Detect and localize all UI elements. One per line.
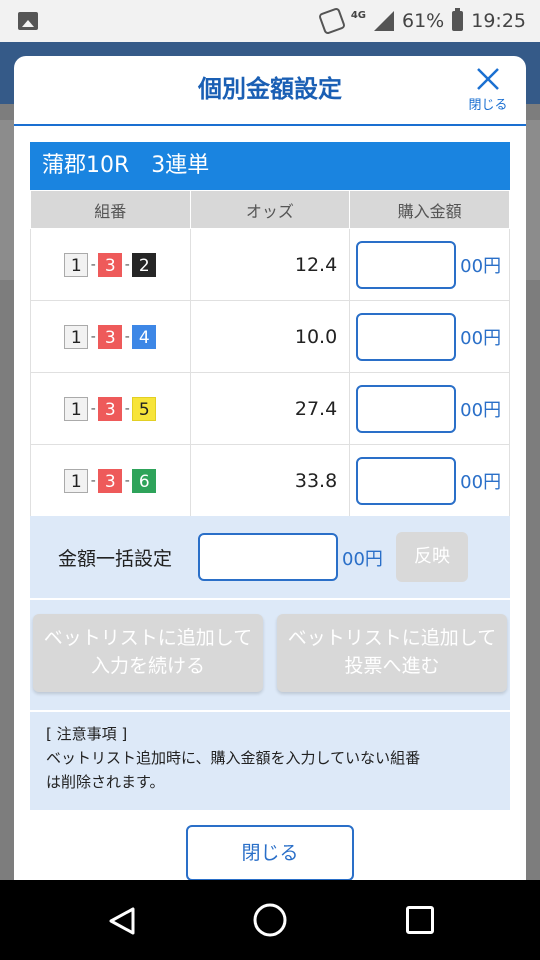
notice-panel: [ 注意事項 ] ベットリスト追加時に、購入金額を入力していない組番 は削除され… — [30, 712, 510, 810]
boat-number-chip: 1 — [64, 396, 89, 421]
amount-input[interactable] — [356, 312, 457, 361]
add-and-continue-button[interactable]: ベットリストに追加して 入力を続ける — [33, 614, 263, 692]
header-combo: 組番 — [30, 190, 191, 229]
combo-separator: - — [90, 400, 96, 417]
notice-text-line2: は削除されます。 — [46, 773, 165, 791]
amount-unit: 00円 — [460, 327, 502, 349]
odds-cell: 33.8 — [189, 444, 351, 517]
combo-cell: 1-3-2 — [30, 228, 191, 301]
odds-cell: 27.4 — [189, 372, 351, 445]
amount-unit: 00円 — [460, 255, 502, 277]
boat-number-chip: 3 — [98, 468, 123, 493]
combo-separator: - — [90, 256, 96, 273]
boat-number-chip: 1 — [64, 468, 89, 493]
navigation-bar — [0, 880, 540, 960]
header-odds: オッズ — [189, 190, 351, 229]
header-amount: 購入金額 — [349, 190, 510, 229]
add-and-continue-line2: 入力を続ける — [90, 655, 205, 677]
close-x-label: 閉じる — [468, 98, 508, 113]
boat-number-chip: 2 — [132, 252, 157, 277]
home-icon[interactable] — [252, 902, 288, 938]
amount-setting-modal: 個別金額設定 閉じる 蒲郡10R 3連単 組番 オッズ 購入金額 1-3-2 1… — [14, 56, 526, 880]
bulk-amount-panel: 金額一括設定 00円 反映 — [30, 516, 510, 598]
race-name: 蒲郡10R — [42, 153, 130, 178]
amount-unit: 00円 — [460, 399, 502, 421]
combo-cell: 1-3-5 — [30, 372, 191, 445]
notice-text-line1: ベットリスト追加時に、購入金額を入力していない組番 — [46, 749, 421, 767]
boat-number-chip: 6 — [132, 468, 157, 493]
close-icon — [477, 68, 499, 90]
boat-number-chip: 4 — [132, 324, 157, 349]
modal-header: 個別金額設定 閉じる — [14, 56, 526, 126]
add-and-vote-button[interactable]: ベットリストに追加して 投票へ進む — [277, 614, 507, 692]
table-row: 1-3-2 12.4 00円 — [30, 228, 510, 301]
clock: 19:25 — [471, 10, 526, 32]
action-buttons-panel: ベットリストに追加して 入力を続ける ベットリストに追加して 投票へ進む — [30, 600, 510, 710]
add-and-continue-line1: ベットリストに追加して — [43, 627, 253, 649]
battery-icon — [452, 8, 464, 31]
modal-title: 個別金額設定 — [198, 75, 342, 103]
battery-percent: 61% — [402, 10, 445, 32]
bulk-amount-input[interactable] — [198, 533, 338, 581]
combo-separator: - — [124, 472, 130, 489]
close-x-button[interactable]: 閉じる — [464, 64, 512, 120]
boat-number-chip: 1 — [64, 252, 89, 277]
odds-cell: 12.4 — [189, 228, 351, 301]
combo-separator: - — [124, 400, 130, 417]
table-row: 1-3-5 27.4 00円 — [30, 372, 510, 445]
amount-input[interactable] — [356, 384, 457, 433]
status-bar: 4G 61% 19:25 — [0, 0, 540, 42]
signal-icon — [374, 11, 394, 31]
combo-cell: 1-3-4 — [30, 300, 191, 373]
bulk-amount-label: 金額一括設定 — [58, 548, 173, 570]
odds-cell: 10.0 — [189, 300, 351, 373]
amount-unit: 00円 — [460, 471, 502, 493]
nfc-icon — [317, 6, 346, 36]
boat-number-chip: 5 — [132, 396, 157, 421]
boat-number-chip: 3 — [98, 324, 123, 349]
combo-separator: - — [124, 256, 130, 273]
notice-title: [ 注意事項 ] — [46, 725, 128, 743]
boat-number-chip: 3 — [98, 396, 123, 421]
status-right: 4G 61% 19:25 — [317, 0, 526, 42]
table-row: 1-3-4 10.0 00円 — [30, 300, 510, 373]
image-notification-icon — [18, 12, 38, 30]
bet-table: 組番 オッズ 購入金額 1-3-2 12.4 00円 1-3-4 10.0 00… — [30, 190, 510, 517]
boat-number-chip: 1 — [64, 324, 89, 349]
apply-button[interactable]: 反映 — [396, 532, 468, 582]
bulk-amount-unit: 00円 — [342, 549, 383, 570]
bet-type: 3連単 — [151, 153, 210, 178]
combo-separator: - — [90, 328, 96, 345]
table-row: 1-3-6 33.8 00円 — [30, 444, 510, 517]
amount-cell: 00円 — [349, 228, 510, 301]
race-title-bar: 蒲郡10R 3連単 — [30, 142, 510, 190]
add-and-vote-line2: 投票へ進む — [344, 655, 440, 677]
table-header-row: 組番 オッズ 購入金額 — [30, 190, 510, 229]
boat-number-chip: 3 — [98, 252, 123, 277]
add-and-vote-line1: ベットリストに追加して — [287, 627, 497, 649]
amount-cell: 00円 — [349, 300, 510, 373]
amount-cell: 00円 — [349, 444, 510, 517]
amount-cell: 00円 — [349, 372, 510, 445]
amount-input[interactable] — [356, 456, 457, 505]
combo-cell: 1-3-6 — [30, 444, 191, 517]
amount-input[interactable] — [356, 240, 457, 289]
combo-separator: - — [124, 328, 130, 345]
back-icon[interactable] — [108, 906, 136, 936]
combo-separator: - — [90, 472, 96, 489]
recent-apps-icon[interactable] — [406, 906, 434, 934]
close-button[interactable]: 閉じる — [186, 825, 354, 880]
network-type: 4G — [350, 9, 366, 21]
